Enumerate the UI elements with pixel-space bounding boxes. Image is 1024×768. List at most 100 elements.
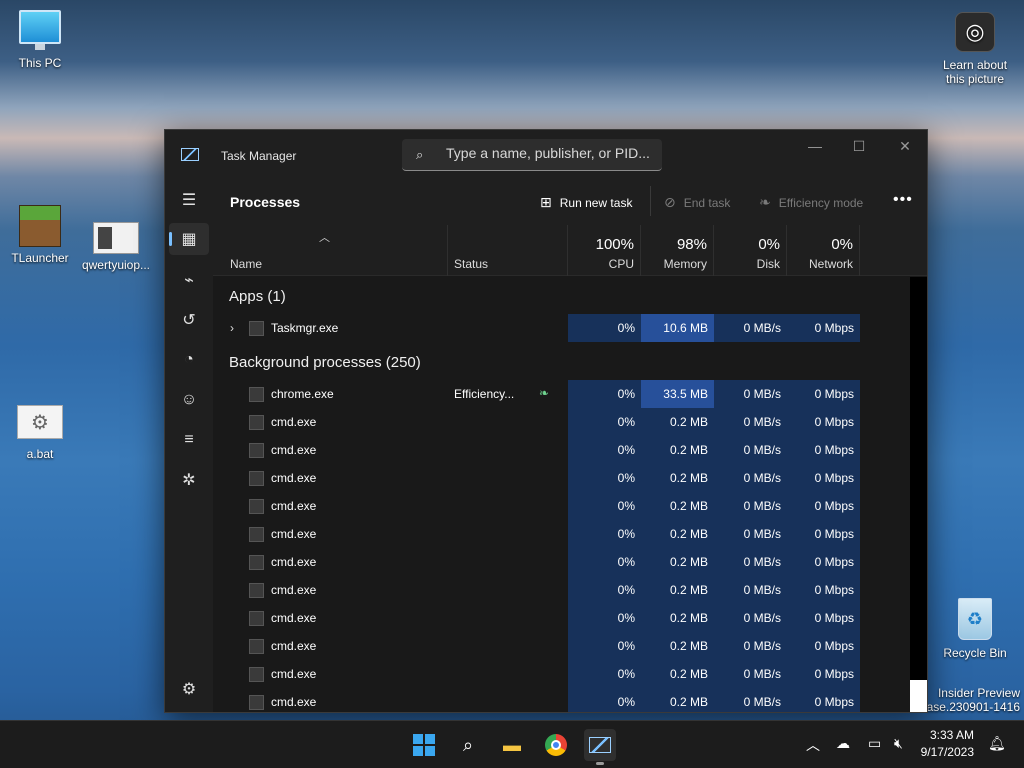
efficiency-mode-label: Efficiency mode	[778, 195, 864, 210]
left-navigation: ☰ ▦ ⌁ ↺ ◔ ☺ ≡ ✲ ⚙	[165, 180, 213, 712]
process-name: cmd.exe	[271, 555, 317, 569]
process-network: 0 Mbps	[814, 415, 854, 429]
process-cpu: 0%	[617, 555, 635, 569]
process-cpu: 0%	[617, 527, 635, 541]
more-options-icon[interactable]: •••	[893, 191, 913, 209]
process-name: cmd.exe	[271, 667, 317, 681]
expand-chevron-icon[interactable]: ›	[230, 314, 234, 342]
desktop-icon-recycle-bin[interactable]: ♻ Recycle Bin	[935, 598, 1015, 660]
process-row[interactable]: cmd.exe 0% 0.2 MB 0 MB/s 0 Mbps	[213, 660, 907, 688]
column-header-memory[interactable]: 98% Memory	[641, 225, 714, 276]
minimize-button[interactable]: —	[792, 136, 838, 160]
insider-watermark: Insider Preview ase.230901-1416	[927, 686, 1020, 714]
title-bar[interactable]: Task Manager ⌕ — ☐ ✕	[165, 130, 927, 180]
start-button[interactable]	[408, 729, 440, 761]
desktop-icon-qwerty[interactable]: qwertyuiop...	[76, 222, 156, 272]
process-row[interactable]: cmd.exe 0% 0.2 MB 0 MB/s 0 Mbps	[213, 576, 907, 604]
file-explorer-icon[interactable]: ▬	[496, 729, 528, 761]
end-task-button[interactable]: ⊘ End task	[664, 194, 730, 211]
process-disk: 0 MB/s	[743, 387, 781, 401]
nav-processes-icon[interactable]: ▦	[169, 223, 209, 255]
nav-startup-apps-icon[interactable]: ◔	[169, 344, 209, 376]
learn-line2: this picture	[945, 72, 1005, 86]
process-disk: 0 MB/s	[743, 415, 781, 429]
process-name: cmd.exe	[271, 611, 317, 625]
process-disk: 0 MB/s	[743, 527, 781, 541]
onedrive-icon[interactable]: ☁	[836, 735, 850, 752]
windows-logo-icon	[413, 734, 435, 756]
page-title: Processes	[230, 194, 301, 210]
process-row[interactable]: cmd.exe 0% 0.2 MB 0 MB/s 0 Mbps	[213, 408, 907, 436]
hamburger-menu-icon[interactable]: ☰	[169, 184, 209, 216]
column-header-network[interactable]: 0% Network	[787, 225, 860, 276]
column-header-status[interactable]: Status	[448, 225, 568, 276]
process-row[interactable]: cmd.exe 0% 0.2 MB 0 MB/s 0 Mbps	[213, 688, 907, 712]
task-manager-taskbar-icon[interactable]	[584, 729, 616, 765]
column-header-cpu[interactable]: 100% CPU	[568, 225, 641, 276]
group-apps: Apps (1)	[229, 288, 286, 305]
chrome-icon[interactable]	[540, 729, 572, 761]
process-row[interactable]: chrome.exe Efficiency... ❧ 0% 33.5 MB 0 MB/s 0…	[213, 380, 907, 408]
nav-services-icon[interactable]: ✲	[169, 464, 209, 496]
process-icon	[249, 415, 264, 430]
desktop-icon-a-bat[interactable]: ⚙ a.bat	[0, 405, 80, 461]
tlauncher-icon	[19, 205, 61, 247]
process-row[interactable]: cmd.exe 0% 0.2 MB 0 MB/s 0 Mbps	[213, 464, 907, 492]
end-task-icon: ⊘	[664, 194, 676, 210]
process-icon	[249, 667, 264, 682]
network-icon[interactable]: ▭	[868, 735, 881, 752]
process-icon	[249, 611, 264, 626]
run-new-task-button[interactable]: ⊞ Run new task	[540, 194, 632, 211]
process-network: 0 Mbps	[814, 695, 854, 709]
process-row[interactable]: cmd.exe 0% 0.2 MB 0 MB/s 0 Mbps	[213, 436, 907, 464]
clock[interactable]: 3:33 AM 9/17/2023	[921, 727, 974, 761]
process-icon	[249, 321, 264, 336]
process-cpu: 0%	[617, 583, 635, 597]
nav-settings-gear-icon[interactable]: ⚙	[169, 673, 209, 705]
process-cpu: 0%	[617, 471, 635, 485]
process-row[interactable]: cmd.exe 0% 0.2 MB 0 MB/s 0 Mbps	[213, 520, 907, 548]
efficiency-mode-button[interactable]: ❧ Efficiency mode	[759, 194, 863, 211]
this-pc-icon	[19, 10, 61, 50]
process-disk: 0 MB/s	[743, 695, 781, 709]
process-name: cmd.exe	[271, 415, 317, 429]
scrollbar[interactable]	[910, 277, 927, 712]
volume-muted-icon[interactable]: 🔇︎	[894, 735, 903, 752]
process-row[interactable]: cmd.exe 0% 0.2 MB 0 MB/s 0 Mbps	[213, 548, 907, 576]
process-cpu: 0%	[617, 611, 635, 625]
process-row[interactable]: cmd.exe 0% 0.2 MB 0 MB/s 0 Mbps	[213, 604, 907, 632]
learn-about-picture[interactable]: ◎ Learn about this picture	[935, 12, 1015, 86]
scrollbar-thumb[interactable]	[910, 680, 927, 712]
desktop-icon-this-pc[interactable]: This PC	[0, 10, 80, 70]
desktop-icon-tlauncher[interactable]: TLauncher	[0, 205, 80, 265]
process-name: cmd.exe	[271, 471, 317, 485]
process-network: 0 Mbps	[814, 583, 854, 597]
process-disk: 0 MB/s	[743, 499, 781, 513]
process-network: 0 Mbps	[814, 611, 854, 625]
process-icon	[249, 639, 264, 654]
search-taskbar-icon[interactable]: ⌕	[452, 729, 484, 761]
process-network: 0 Mbps	[814, 443, 854, 457]
desktop-icon-label: a.bat	[26, 447, 54, 461]
nav-performance-icon[interactable]: ⌁	[169, 264, 209, 296]
column-header-name[interactable]: ︿ Name	[213, 225, 448, 276]
process-icon	[249, 499, 264, 514]
search-box[interactable]: ⌕	[402, 139, 662, 171]
process-cpu: 0%	[617, 667, 635, 681]
maximize-button[interactable]: ☐	[836, 136, 882, 160]
notification-bell-icon[interactable]: 🔔︎	[988, 735, 1006, 752]
nav-app-history-icon[interactable]: ↺	[169, 304, 209, 336]
nav-users-icon[interactable]: ☺	[169, 384, 209, 416]
process-row[interactable]: › Taskmgr.exe 0% 10.6 MB 0 MB/s 0 Mbps	[213, 314, 907, 342]
search-input[interactable]	[446, 145, 656, 161]
process-icon	[249, 555, 264, 570]
show-hidden-icons-chevron-icon[interactable]: ︿	[806, 735, 820, 755]
close-button[interactable]: ✕	[882, 136, 927, 160]
process-row[interactable]: cmd.exe 0% 0.2 MB 0 MB/s 0 Mbps	[213, 632, 907, 660]
column-header-disk[interactable]: 0% Disk	[714, 225, 787, 276]
process-row[interactable]: cmd.exe 0% 0.2 MB 0 MB/s 0 Mbps	[213, 492, 907, 520]
process-disk: 0 MB/s	[743, 443, 781, 457]
process-network: 0 Mbps	[814, 471, 854, 485]
process-cpu: 0%	[617, 387, 635, 401]
nav-details-icon[interactable]: ≡	[169, 424, 209, 456]
